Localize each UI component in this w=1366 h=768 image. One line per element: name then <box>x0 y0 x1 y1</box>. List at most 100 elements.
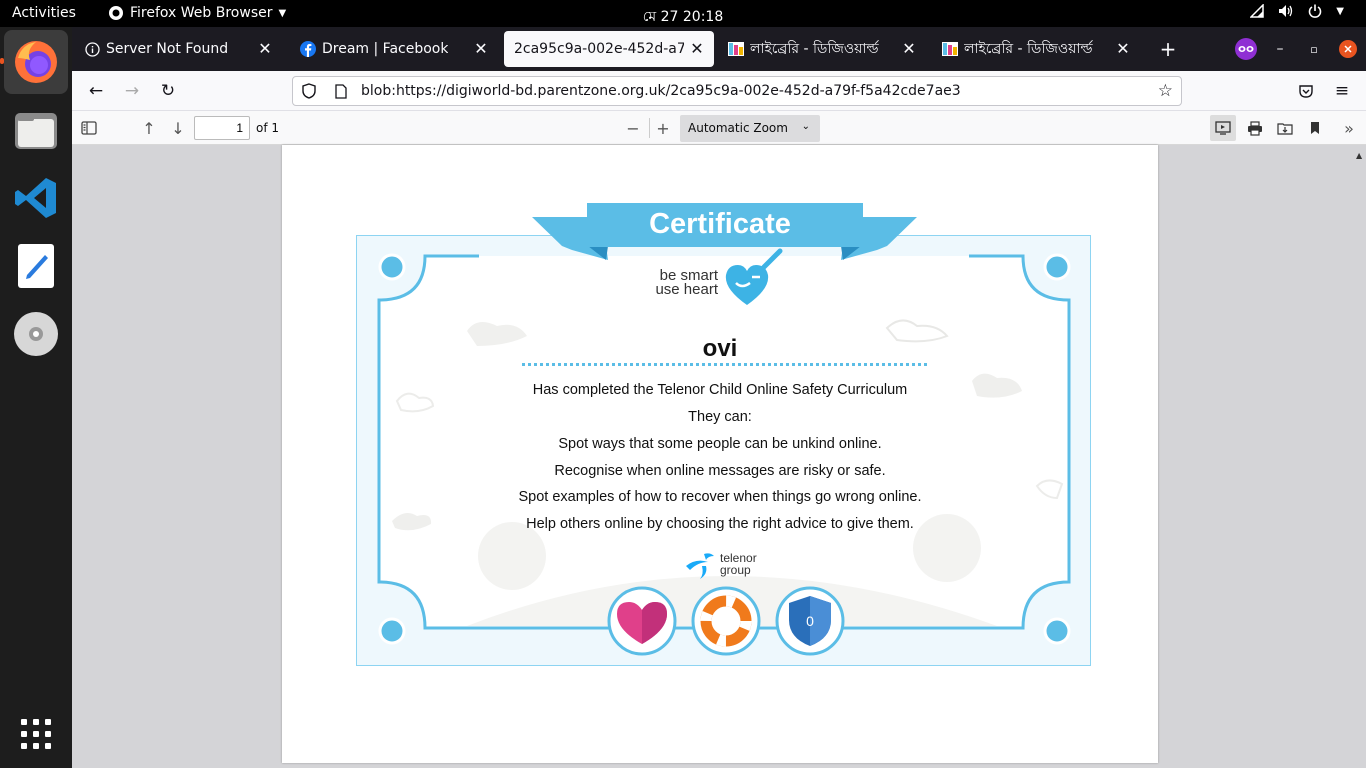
page-number-input[interactable] <box>194 116 250 140</box>
show-applications-button[interactable] <box>4 702 68 766</box>
zoom-in-button[interactable]: + <box>650 115 676 141</box>
minus-icon: − <box>626 118 640 138</box>
arrow-up-icon: ↑ <box>142 118 156 138</box>
clock[interactable]: মে 27 20:18 <box>643 9 724 25</box>
save-button[interactable] <box>1272 115 1298 141</box>
url-bar[interactable]: blob:https://digiworld-bd.parentzone.org… <box>292 76 1182 106</box>
reload-button[interactable]: ↻ <box>154 77 182 105</box>
app-menu-button[interactable]: ≡ <box>1328 77 1356 105</box>
pocket-icon <box>1299 84 1313 98</box>
print-button[interactable] <box>1242 115 1268 141</box>
power-icon <box>1309 4 1322 18</box>
certificate-title: Certificate <box>649 208 791 240</box>
private-browsing-button[interactable] <box>1232 35 1260 63</box>
pdf-viewer[interactable]: Certificate be smart use heart ovi Has c… <box>72 145 1366 768</box>
scroll-up-icon[interactable]: ▲ <box>1356 151 1362 160</box>
minimize-icon: – <box>1276 41 1284 57</box>
sidebar-toggle-button[interactable] <box>76 115 102 141</box>
previous-page-button[interactable]: ↑ <box>136 115 162 141</box>
chevron-down-icon: ⌄ <box>801 121 810 132</box>
network-icon <box>1250 4 1265 18</box>
maximize-button[interactable]: ▫ <box>1300 35 1328 63</box>
heart-logo-icon <box>725 248 783 305</box>
star-icon[interactable]: ☆ <box>1158 81 1173 101</box>
close-tab-icon[interactable]: ✕ <box>688 39 706 58</box>
forward-button[interactable]: → <box>118 77 146 105</box>
telenor-logo-icon <box>686 553 714 579</box>
tab-library-2[interactable]: লাইব্রেরি - ডিজিওয়ার্ল্ড ✕ <box>932 31 1140 67</box>
skill-line-4: Help others online by choosing the right… <box>526 516 914 532</box>
tab-library-1[interactable]: লাইব্রেরি - ডিজিওয়ার্ল্ড ✕ <box>718 31 926 67</box>
private-mask-icon <box>1235 38 1257 60</box>
back-button[interactable]: ← <box>82 77 110 105</box>
page-info-icon[interactable] <box>335 83 355 99</box>
chevron-down-icon: ▼ <box>1336 5 1344 17</box>
new-tab-button[interactable]: + <box>1154 35 1182 63</box>
minimize-button[interactable]: – <box>1266 35 1294 63</box>
running-indicator <box>0 58 4 64</box>
dock-text-editor[interactable] <box>4 234 68 298</box>
heart-badge <box>607 586 677 656</box>
tools-button[interactable]: » <box>1336 115 1362 141</box>
double-chevron-right-icon: » <box>1344 118 1354 138</box>
disc-icon <box>14 312 58 356</box>
library-icon <box>942 41 958 57</box>
presentation-mode-button[interactable] <box>1210 115 1236 141</box>
system-tray[interactable]: ▼ <box>1250 4 1344 18</box>
lifebuoy-badge <box>691 586 761 656</box>
completion-line: Has completed the Telenor Child Online S… <box>532 382 908 398</box>
tab-facebook[interactable]: Dream | Facebook ✕ <box>290 31 498 67</box>
tab-label: 2ca95c9a-002e-452d-a79f-f <box>514 41 684 57</box>
maximize-icon: ▫ <box>1310 42 1318 56</box>
tab-label: লাইব্রেরি - ডিজিওয়ার্ল্ড <box>750 41 879 57</box>
files-icon <box>15 113 57 149</box>
group-text: group <box>720 563 751 577</box>
library-icon <box>728 41 744 57</box>
dock-firefox[interactable] <box>4 30 68 94</box>
text-editor-icon <box>18 244 54 288</box>
plus-icon: + <box>1159 37 1177 61</box>
close-tab-icon[interactable]: ✕ <box>900 39 918 58</box>
close-window-button[interactable] <box>1334 35 1362 63</box>
dock-files[interactable] <box>4 98 68 162</box>
dock-disc[interactable] <box>4 302 68 366</box>
next-page-button[interactable]: ↓ <box>165 115 191 141</box>
bookmark-button[interactable] <box>1302 115 1328 141</box>
dotted-divider <box>522 363 927 366</box>
reload-icon: ↻ <box>160 81 176 101</box>
facebook-icon <box>300 41 316 57</box>
tab-server-not-found[interactable]: Server Not Found ✕ <box>74 31 282 67</box>
scrollbar[interactable]: ▲ <box>1356 145 1364 768</box>
grid-icon <box>21 719 51 749</box>
arrow-down-icon: ↓ <box>171 118 185 138</box>
zoom-select[interactable]: Automatic Zoom ⌄ <box>680 115 820 142</box>
zoom-value: Automatic Zoom <box>688 121 788 135</box>
hamburger-icon: ≡ <box>1334 81 1350 101</box>
logo-line-2: use heart <box>655 281 718 298</box>
dock-vscode[interactable] <box>4 166 68 230</box>
pocket-button[interactable] <box>1292 77 1320 105</box>
arrow-right-icon: → <box>124 81 140 101</box>
they-can-line: They can: <box>688 409 752 425</box>
tab-label: Dream | Facebook <box>322 41 449 57</box>
tab-label: লাইব্রেরি - ডিজিওয়ার্ল্ড <box>964 41 1093 57</box>
plus-icon: + <box>656 118 670 138</box>
firefox-icon <box>15 41 57 83</box>
zoom-out-button[interactable]: − <box>620 115 646 141</box>
page-count: of 1 <box>256 121 280 135</box>
close-tab-icon[interactable]: ✕ <box>472 39 490 58</box>
close-tab-icon[interactable]: ✕ <box>256 39 274 58</box>
presentation-icon <box>1215 121 1231 135</box>
skill-line-1: Spot ways that some people can be unkind… <box>558 436 882 452</box>
bookmark-icon <box>1311 122 1319 134</box>
info-icon <box>84 41 100 57</box>
system-top-bar: Activities Firefox Web Browser ▼ মে 27 2… <box>0 0 1366 27</box>
arrow-left-icon: ← <box>88 81 104 101</box>
firefox-window: Server Not Found ✕ Dream | Facebook ✕ 2c… <box>72 27 1366 768</box>
vscode-icon <box>15 178 56 218</box>
close-tab-icon[interactable]: ✕ <box>1114 39 1132 58</box>
tab-blob-pdf[interactable]: 2ca95c9a-002e-452d-a79f-f ✕ <box>504 31 714 67</box>
shield-icon[interactable] <box>301 83 321 99</box>
sidebar-icon <box>81 121 97 135</box>
tab-label: Server Not Found <box>106 41 229 57</box>
